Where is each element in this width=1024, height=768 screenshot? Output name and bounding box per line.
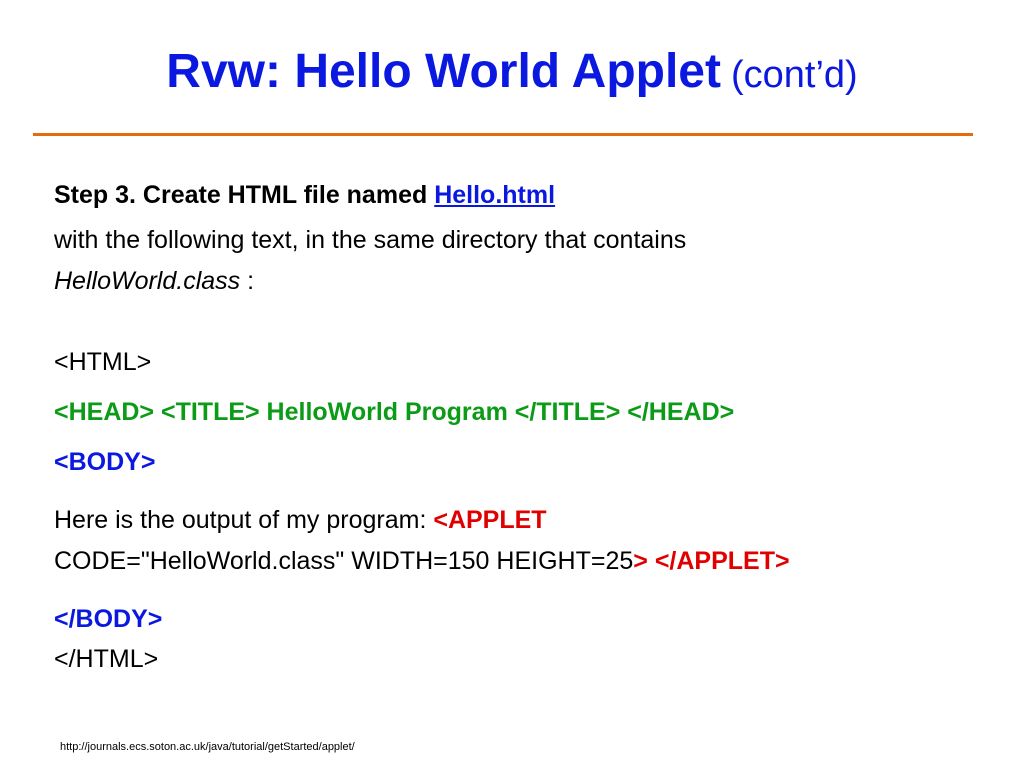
- slide-title-sub: (cont’d): [730, 54, 858, 96]
- instruction-colon: :: [240, 267, 255, 295]
- applet-open-tag: <APPLET: [433, 506, 547, 534]
- footer-source-url: http://journals.ecs.soton.ac.uk/java/tut…: [60, 741, 355, 753]
- applet-close-tag: </APPLET>: [647, 547, 790, 575]
- slide-title-main: Rvw: Hello World Applet: [166, 45, 721, 98]
- instruction-line-2: HelloWorld.class :: [54, 265, 254, 297]
- hello-html-link[interactable]: Hello.html: [434, 181, 555, 209]
- slide-title: Rvw: Hello World Applet (cont’d): [0, 42, 1024, 105]
- instruction-line-1: with the following text, in the same dir…: [54, 226, 687, 254]
- applet-gt: >: [633, 547, 648, 575]
- code-output-line: Here is the output of my program: <APPLE…: [54, 504, 547, 536]
- step-heading-text: Step 3. Create HTML file named: [54, 181, 435, 209]
- output-text: Here is the output of my program:: [54, 506, 434, 534]
- applet-attributes: CODE="HelloWorld.class" WIDTH=150 HEIGHT…: [54, 547, 634, 575]
- code-body-close: </BODY>: [54, 605, 163, 633]
- code-html-close: </HTML>: [54, 645, 159, 673]
- title-divider: [33, 133, 973, 136]
- code-applet-attrs-line: CODE="HelloWorld.class" WIDTH=150 HEIGHT…: [54, 545, 790, 577]
- code-html-open: <HTML>: [54, 348, 152, 376]
- code-head-line: <HEAD> <TITLE> HelloWorld Program </TITL…: [54, 398, 735, 426]
- step-heading: Step 3. Create HTML file named Hello.htm…: [54, 179, 555, 211]
- code-body-open: <BODY>: [54, 448, 156, 476]
- class-file-name: HelloWorld.class: [54, 267, 241, 295]
